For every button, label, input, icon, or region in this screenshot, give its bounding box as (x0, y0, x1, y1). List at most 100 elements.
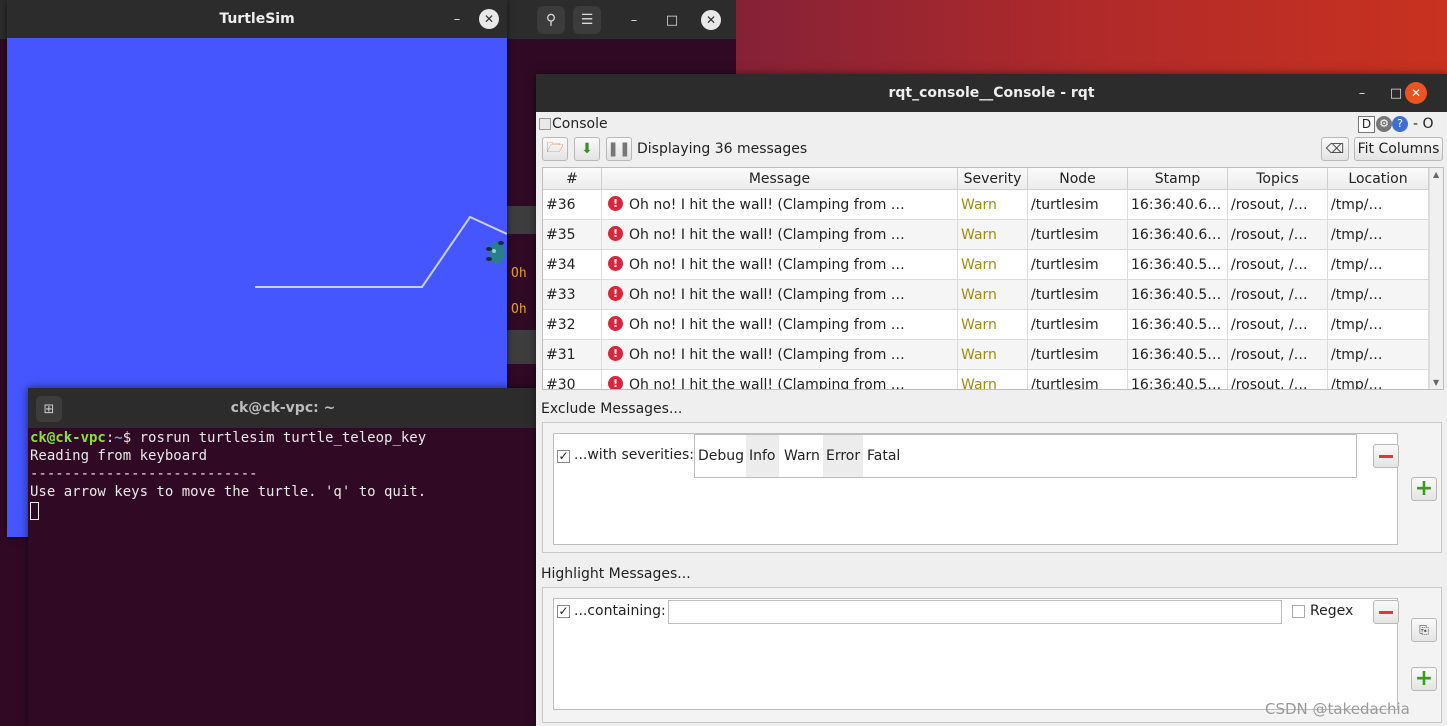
window-title: rqt_console__Console - rqt (888, 85, 1095, 101)
column-header-severity[interactable]: Severity (958, 168, 1028, 190)
cell-message: ! Oh no! I hit the wall! (Clamping from … (602, 340, 958, 370)
containing-input[interactable] (668, 600, 1282, 624)
warning-icon: ! (608, 255, 623, 271)
warning-icon: ! (608, 195, 623, 211)
add-filter-button[interactable]: + (1411, 667, 1437, 691)
column-header-message[interactable]: Message (602, 168, 958, 190)
maximize-icon[interactable]: □ (1386, 83, 1406, 103)
scroll-up-icon[interactable]: ▲ (1433, 170, 1439, 179)
table-row[interactable]: #33 ! Oh no! I hit the wall! (Clamping fr… (543, 280, 1429, 310)
severity-list[interactable]: Debug Info Warn Error Fatal (694, 434, 1357, 478)
cell-topics: /rosout, /… (1228, 370, 1328, 389)
highlight-options-icon[interactable]: ⎘ (1411, 618, 1437, 642)
table-row[interactable]: #30 ! Oh no! I hit the wall! (Clamping fr… (543, 370, 1429, 389)
cell-stamp: 16:36:40.5… (1128, 370, 1228, 389)
menu-icon[interactable]: ☰ (573, 6, 601, 34)
scroll-down-icon[interactable]: ▼ (1433, 378, 1439, 387)
cell-stamp: 16:36:40.5… (1128, 250, 1228, 280)
cell-node: /turtlesim (1028, 310, 1128, 340)
severity-option[interactable]: Fatal (864, 435, 903, 477)
remove-filter-button[interactable] (1373, 600, 1399, 624)
column-header-stamp[interactable]: Stamp (1128, 168, 1228, 190)
column-header-topics[interactable]: Topics (1228, 168, 1328, 190)
cell-message: ! Oh no! I hit the wall! (Clamping from … (602, 370, 958, 389)
message-text: Oh no! I hit the wall! (Clamping from … (629, 197, 905, 213)
window-title: TurtleSim (219, 11, 295, 27)
highlight-messages-label: Highlight Messages... (541, 566, 691, 582)
cell-topics: /rosout, /… (1228, 340, 1328, 370)
terminal-output-line: Reading from keyboard (30, 448, 208, 464)
close-icon[interactable]: ✕ (479, 9, 499, 29)
exclude-filter-checkbox[interactable]: ✓ (557, 450, 570, 463)
severity-option[interactable]: Info (746, 435, 779, 477)
message-text: Oh no! I hit the wall! (Clamping from … (629, 227, 905, 243)
plugin-title: Console (552, 116, 608, 132)
cell-message: ! Oh no! I hit the wall! (Clamping from … (602, 280, 958, 310)
cell-location: /tmp/… (1328, 220, 1429, 250)
cell-id: #31 (543, 340, 602, 370)
plugin-window-controls[interactable]: - O (1413, 116, 1434, 132)
severity-option[interactable]: Error (823, 435, 864, 477)
cell-node: /turtlesim (1028, 190, 1128, 220)
fit-columns-button[interactable]: Fit Columns (1354, 137, 1443, 161)
minimize-icon[interactable]: – (1352, 83, 1372, 103)
cell-message: ! Oh no! I hit the wall! (Clamping from … (602, 310, 958, 340)
cell-id: #33 (543, 280, 602, 310)
gear-icon[interactable]: ⚙ (1376, 116, 1392, 132)
cell-id: #30 (543, 370, 602, 389)
minimize-icon[interactable]: – (624, 10, 644, 30)
table-row[interactable]: #32 ! Oh no! I hit the wall! (Clamping fr… (543, 310, 1429, 340)
cell-severity: Warn (958, 310, 1028, 340)
exclude-messages-label: Exclude Messages... (541, 401, 683, 417)
terminal-output-line: --------------------------- (30, 466, 258, 482)
turtle-icon (486, 241, 505, 264)
remove-filter-button[interactable] (1373, 444, 1399, 468)
terminal-window[interactable]: ⊞ ck@ck-vpc: ~ ck@ck-vpc:~$ rosrun turtl… (28, 388, 538, 726)
cell-node: /turtlesim (1028, 250, 1128, 280)
close-icon[interactable]: ✕ (1405, 82, 1427, 104)
add-filter-button[interactable]: + (1411, 477, 1437, 501)
cell-severity: Warn (958, 280, 1028, 310)
warning-icon: ! (608, 285, 623, 301)
watermark: CSDN @takedachia (1265, 700, 1410, 718)
cell-id: #32 (543, 310, 602, 340)
table-scrollbar[interactable]: ▲ ▼ (1429, 168, 1443, 389)
cell-severity: Warn (958, 370, 1028, 389)
cell-message: ! Oh no! I hit the wall! (Clamping from … (602, 220, 958, 250)
pause-icon[interactable]: ❚❚ (606, 137, 632, 161)
table-row[interactable]: #35 ! Oh no! I hit the wall! (Clamping fr… (543, 220, 1429, 250)
cell-stamp: 16:36:40.5… (1128, 280, 1228, 310)
message-text: Oh no! I hit the wall! (Clamping from … (629, 257, 905, 273)
regex-checkbox[interactable] (1292, 605, 1305, 618)
column-header-node[interactable]: Node (1028, 168, 1128, 190)
cell-node: /turtlesim (1028, 220, 1128, 250)
severity-option[interactable]: Debug (695, 435, 747, 477)
severity-option[interactable]: Warn (781, 435, 823, 477)
table-row[interactable]: #36 ! Oh no! I hit the wall! (Clamping fr… (543, 190, 1429, 220)
message-table[interactable]: # Message Severity Node Stamp Topics Loc… (542, 167, 1444, 390)
column-header-location[interactable]: Location (1328, 168, 1429, 190)
warning-icon: ! (608, 375, 623, 389)
highlight-filter-list: ✓ ...containing: Regex (553, 598, 1399, 710)
table-row[interactable]: #34 ! Oh no! I hit the wall! (Clamping fr… (543, 250, 1429, 280)
plugin-dock-button[interactable]: D (1358, 116, 1375, 133)
minimize-icon[interactable]: – (447, 9, 467, 29)
clear-icon[interactable]: ⌫ (1321, 137, 1349, 161)
save-icon[interactable]: ⬇ (574, 137, 600, 161)
exclude-group: ✓ ...with severities: Debug Info Warn Er… (542, 422, 1442, 553)
open-icon[interactable]: 🗁 (542, 137, 568, 161)
maximize-icon[interactable]: □ (662, 10, 682, 30)
search-icon[interactable]: ⚲ (537, 6, 565, 34)
highlight-filter-checkbox[interactable]: ✓ (557, 605, 570, 618)
prompt-user: ck@ck-vpc (30, 430, 106, 446)
cell-message: ! Oh no! I hit the wall! (Clamping from … (602, 250, 958, 280)
close-icon[interactable]: ✕ (701, 10, 721, 30)
help-icon[interactable]: ? (1392, 116, 1408, 132)
column-header-id[interactable]: # (543, 168, 602, 190)
cell-topics: /rosout, /… (1228, 280, 1328, 310)
cell-severity: Warn (958, 190, 1028, 220)
cell-id: #35 (543, 220, 602, 250)
regex-label: Regex (1310, 603, 1354, 619)
table-row[interactable]: #31 ! Oh no! I hit the wall! (Clamping fr… (543, 340, 1429, 370)
cell-location: /tmp/… (1328, 280, 1429, 310)
